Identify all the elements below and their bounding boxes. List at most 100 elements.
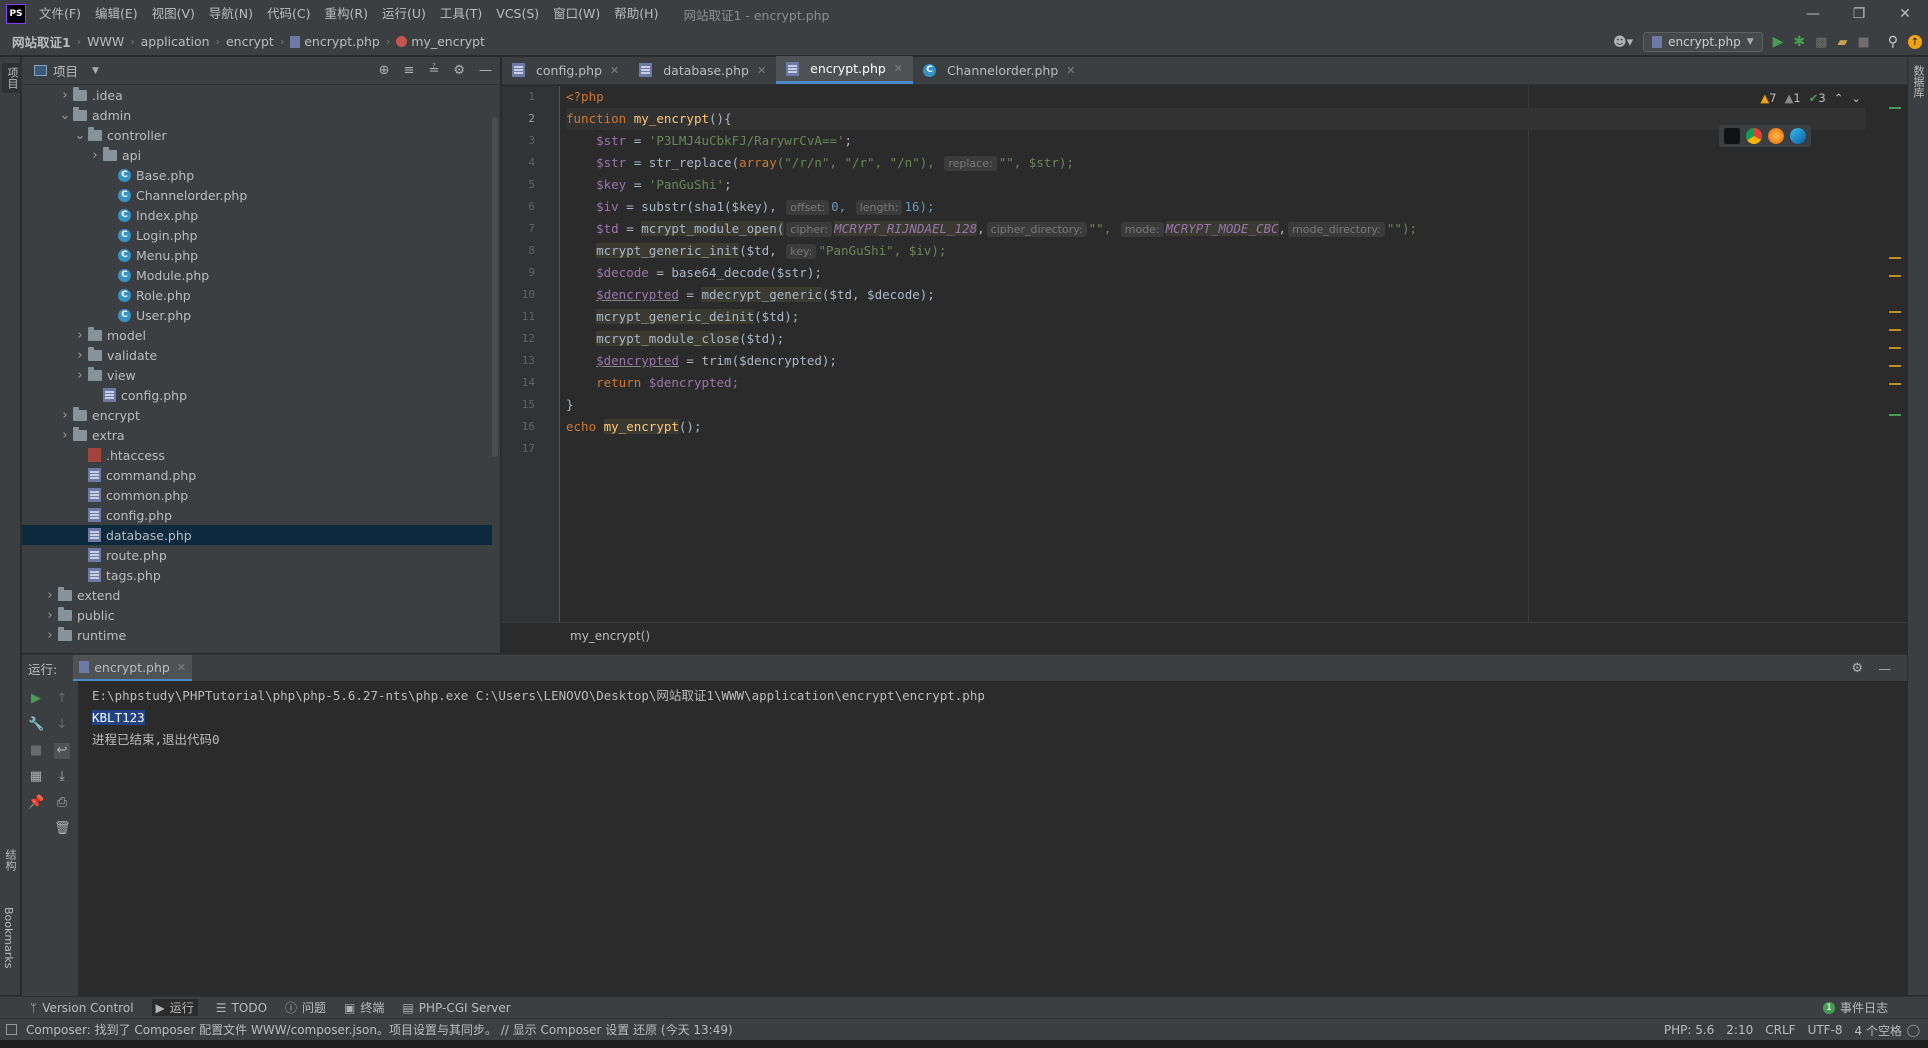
chevron-down-icon[interactable]: ⌄ [72,128,88,143]
close-icon[interactable]: ✕ [757,64,766,77]
breadcrumb-item[interactable]: WWW [83,34,128,49]
chevron-right-icon[interactable]: › [72,328,88,343]
breadcrumb-item[interactable]: encrypt.php [286,34,384,49]
tree-folder[interactable]: › extra [22,425,492,445]
arrow-down-icon[interactable]: ↓ [54,717,70,733]
tree-folder[interactable]: › public [22,605,492,625]
firefox-icon[interactable] [1768,128,1784,144]
chevron-right-icon[interactable]: › [72,348,88,363]
line-number[interactable]: 3 [502,130,559,152]
php-version[interactable]: PHP: 5.6 [1664,1023,1714,1037]
close-icon[interactable]: ✕ [1066,64,1075,77]
menu-item[interactable]: 代码(C) [260,0,317,28]
line-number[interactable]: 7 [502,218,559,240]
line-number[interactable]: 4 [502,152,559,174]
breadcrumb-item[interactable]: 网站取证1 [8,32,75,51]
caret-position[interactable]: 2:10 [1726,1023,1753,1037]
tree-file[interactable]: config.php [22,505,492,525]
file-encoding[interactable]: UTF-8 [1808,1023,1843,1037]
layout-icon[interactable]: ▦ [28,769,44,785]
tree-file[interactable]: C Channelorder.php [22,185,492,205]
tree-file[interactable]: command.php [22,465,492,485]
arrow-up-icon[interactable]: ↑ [54,691,70,707]
menu-item[interactable]: 视图(V) [145,0,202,28]
editor-breadcrumb[interactable]: my_encrypt() [502,622,1907,648]
menu-item[interactable]: 编辑(E) [88,0,145,28]
tree-file[interactable]: tags.php [22,565,492,585]
run-tab-encrypt[interactable]: encrypt.php ✕ [73,655,193,681]
bookmarks-stripe-tab[interactable]: Bookmarks [2,907,15,968]
coverage-icon[interactable]: ▩ [1815,35,1827,50]
menu-item[interactable]: 重构(R) [318,0,375,28]
restore-icon[interactable]: ❐ [1836,0,1882,28]
database-stripe-tab[interactable]: 数据库 [1910,65,1926,98]
tool-window-button[interactable]: ▣ 终端 [344,999,384,1016]
chevron-up-icon[interactable]: ⌃ [1834,91,1844,105]
menu-item[interactable]: 文件(F) [32,0,88,28]
breadcrumb-item[interactable]: application [137,34,214,49]
line-number[interactable]: 16 [502,416,559,438]
tree-file[interactable]: C Login.php [22,225,492,245]
phpstorm-browser-icon[interactable] [1724,128,1740,144]
tree-file[interactable]: C Index.php [22,205,492,225]
project-stripe-tab[interactable]: 项目 [2,63,22,93]
breadcrumb-item[interactable]: my_encrypt [392,34,489,49]
edge-icon[interactable] [1790,128,1806,144]
scroll-to-end-icon[interactable]: ⤓ [54,769,70,785]
line-number[interactable]: 2 [502,108,559,130]
expand-all-icon[interactable]: ≡ [404,63,415,78]
tree-file[interactable]: .htaccess [22,445,492,465]
line-number[interactable]: 12 [502,328,559,350]
status-message[interactable]: Composer: 找到了 Composer 配置文件 WWW/composer… [26,1021,733,1038]
gear-icon[interactable]: ⚙ [453,63,465,78]
tree-file[interactable]: C Menu.php [22,245,492,265]
print-icon[interactable]: ⎙ [54,795,70,811]
pin-icon[interactable]: 📌 [28,795,44,811]
line-number[interactable]: 6 [502,196,559,218]
chevron-down-icon[interactable]: ▼ [92,66,99,76]
minimize-icon[interactable]: — [1790,0,1836,28]
tree-folder[interactable]: › .idea [22,85,492,105]
close-icon[interactable]: ✕ [177,661,186,674]
chevron-down-icon[interactable]: ⌄ [57,108,73,123]
line-number[interactable]: 11 [502,306,559,328]
close-icon[interactable]: ✕ [894,62,903,75]
hide-panel-icon[interactable]: — [479,63,492,78]
stop-icon[interactable]: ■ [28,743,44,759]
chevron-right-icon[interactable]: › [42,608,58,623]
chevron-right-icon[interactable]: › [87,148,103,163]
tree-file[interactable]: route.php [22,545,492,565]
tree-file[interactable]: C User.php [22,305,492,325]
wrench-icon[interactable]: 🔧 [28,717,44,733]
chevron-right-icon[interactable]: › [72,368,88,383]
line-number[interactable]: 14 [502,372,559,394]
tree-scrollbar[interactable] [492,117,498,457]
tree-file[interactable]: database.php [22,525,492,545]
line-number[interactable]: 1 [502,86,559,108]
line-number[interactable]: 5 [502,174,559,196]
chrome-icon[interactable] [1746,128,1762,144]
stop-icon[interactable]: ■ [1857,35,1869,50]
tree-folder[interactable]: › encrypt [22,405,492,425]
status-square-icon[interactable] [6,1024,17,1035]
trash-icon[interactable]: 🗑 [54,821,71,837]
tree-folder[interactable]: › validate [22,345,492,365]
line-number[interactable]: 8 [502,240,559,262]
tree-folder[interactable]: › runtime [22,625,492,645]
menu-item[interactable]: VCS(S) [489,0,546,28]
collapse-all-icon[interactable]: ≟ [428,63,439,78]
tree-folder[interactable]: › extend [22,585,492,605]
chevron-right-icon[interactable]: › [57,88,73,103]
chevron-right-icon[interactable]: › [42,628,58,643]
tree-file[interactable]: config.php [22,385,492,405]
tree-file[interactable]: common.php [22,485,492,505]
rerun-icon[interactable]: ▶ [28,691,44,707]
console-output[interactable]: E:\phpstudy\PHPTutorial\php\php-5.6.27-n… [92,685,985,751]
tool-window-button[interactable]: ⓘ 问题 [285,999,326,1016]
tree-folder[interactable]: ⌄ controller [22,125,492,145]
indent-setting[interactable]: 4 个空格 [1855,1022,1902,1039]
menu-item[interactable]: 帮助(H) [607,0,665,28]
tree-folder[interactable]: › api [22,145,492,165]
profile-icon[interactable]: ▰ [1837,35,1847,50]
tool-window-button[interactable]: ☰ TODO [216,1001,267,1015]
